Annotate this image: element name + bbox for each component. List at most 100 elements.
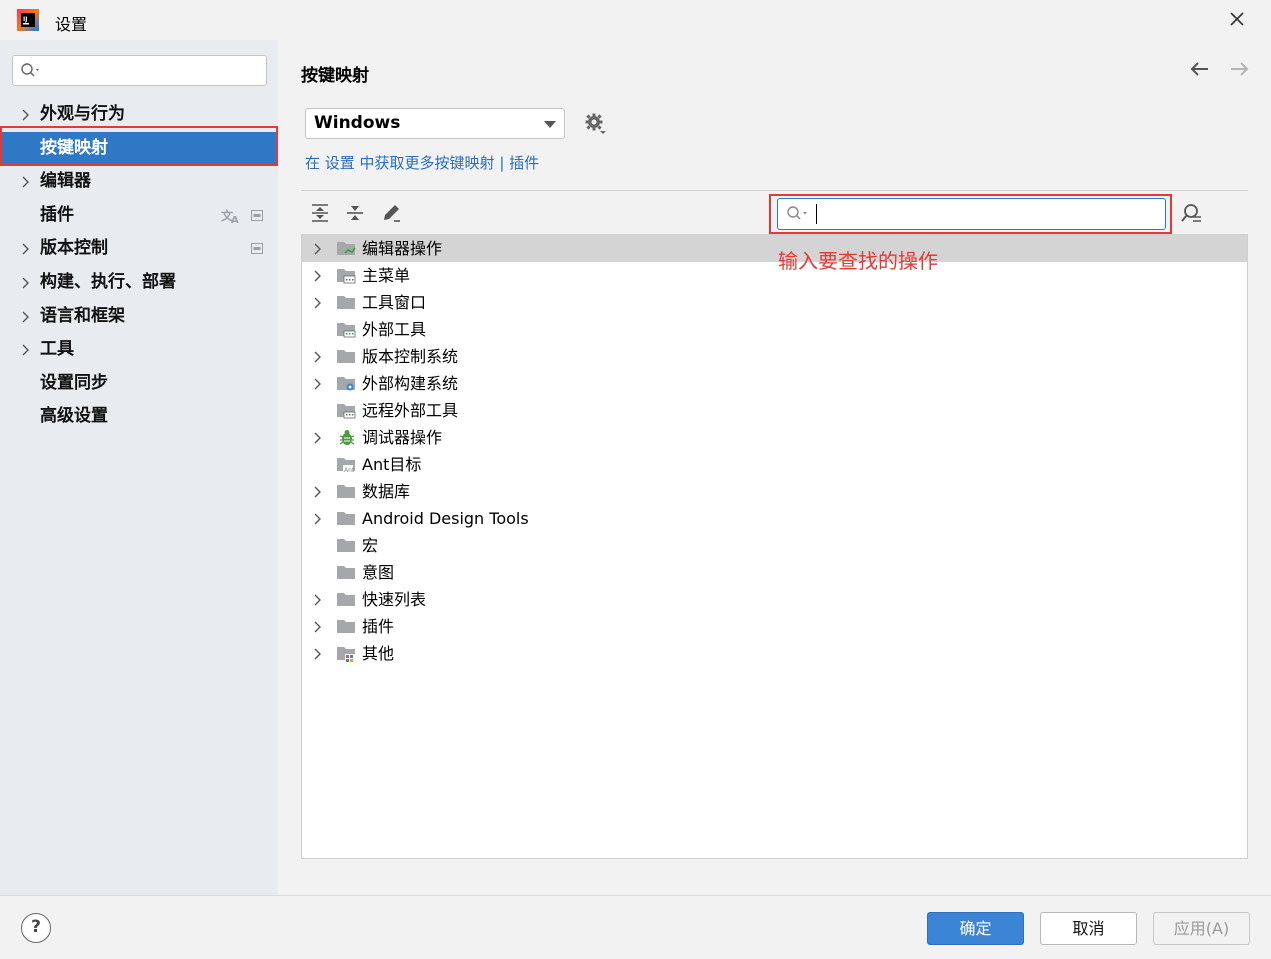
tree-row[interactable]: 工具窗口 — [302, 289, 1247, 316]
annotation-text: 输入要查找的操作 — [778, 249, 938, 273]
sidebar-item-languages[interactable]: 语言和框架 — [0, 300, 278, 334]
sidebar-item-build[interactable]: 构建、执行、部署 — [0, 266, 278, 300]
folder-build-icon — [337, 377, 355, 391]
keymap-dropdown-value: Windows — [314, 113, 401, 133]
tree-row[interactable]: 其他 — [302, 640, 1247, 667]
tree-row-label: 插件 — [362, 617, 395, 636]
tree-row-label: Ant目标 — [362, 455, 422, 474]
sidebar-item-advanced[interactable]: 高级设置 — [0, 400, 278, 434]
help-button[interactable]: ? — [21, 913, 51, 943]
tree-row-label: 调试器操作 — [362, 428, 443, 447]
sidebar-item-settings-sync[interactable]: 设置同步 — [0, 367, 278, 401]
tree-row[interactable]: Ant Ant目标 — [302, 451, 1247, 478]
tree-row-label: 版本控制系统 — [362, 347, 459, 366]
tree-row-label: 意图 — [362, 563, 395, 582]
tree-row[interactable]: 编辑器操作 — [302, 235, 1247, 262]
action-tree: 编辑器操作 主菜单 工具窗口 外部工具 版本控制系统 外部构建系统 远程外部工具… — [301, 234, 1248, 859]
tree-row[interactable]: 快速列表 — [302, 586, 1247, 613]
tree-row[interactable]: 远程外部工具 — [302, 397, 1247, 424]
tree-row[interactable]: 外部构建系统 — [302, 370, 1247, 397]
forward-arrow-icon[interactable] — [1223, 58, 1255, 80]
divider — [301, 190, 1248, 191]
sidebar-item-vcs[interactable]: 版本控制 — [0, 232, 278, 266]
chevron-right-icon[interactable] — [312, 621, 322, 633]
sidebar-item-label: 高级设置 — [40, 406, 108, 427]
tree-row[interactable]: 版本控制系统 — [302, 343, 1247, 370]
keymap-dropdown[interactable]: Windows — [305, 108, 565, 139]
sidebar-item-label: 构建、执行、部署 — [40, 271, 176, 292]
tree-row[interactable]: Android Design Tools — [302, 505, 1247, 532]
tree-row-label: 远程外部工具 — [362, 401, 459, 420]
tree-row[interactable]: 调试器操作 — [302, 424, 1247, 451]
tree-row-label: 编辑器操作 — [362, 239, 443, 258]
tree-row[interactable]: 插件 — [302, 613, 1247, 640]
settings-sidebar: 外观与行为 按键映射 编辑器 插件 文 A 版本控制 构建、执行、部署 语言和框… — [0, 40, 278, 895]
back-arrow-icon[interactable] — [1184, 58, 1216, 80]
sidebar-item-plugins[interactable]: 插件 文 A — [0, 199, 278, 233]
find-by-shortcut-icon[interactable] — [1180, 203, 1204, 225]
chevron-right-icon[interactable] — [312, 432, 322, 444]
dialog-footer: ? 确定 取消 应用(A) — [0, 895, 1271, 959]
sidebar-item-label: 按键映射 — [40, 137, 108, 158]
collapse-all-icon[interactable] — [344, 202, 366, 224]
cancel-button[interactable]: 取消 — [1040, 912, 1137, 945]
chevron-right-icon — [22, 277, 29, 289]
chevron-right-icon[interactable] — [312, 378, 322, 390]
chevron-right-icon[interactable] — [312, 243, 322, 255]
expand-all-icon[interactable] — [309, 202, 331, 224]
search-icon — [787, 206, 807, 220]
chevron-right-icon[interactable] — [312, 486, 322, 498]
sidebar-item-label: 版本控制 — [40, 238, 108, 259]
svg-text:Ant: Ant — [344, 467, 355, 473]
keymap-panel: 按键映射 Windows 在 设置 中获取更多按键映射 | 插件 输入要查找的操… — [278, 40, 1271, 895]
folder-icon — [337, 620, 355, 633]
chevron-right-icon — [22, 311, 29, 323]
chevron-right-icon[interactable] — [312, 648, 322, 660]
tree-row[interactable]: 数据库 — [302, 478, 1247, 505]
folder-menu-icon — [337, 269, 356, 284]
tree-row[interactable]: 主菜单 — [302, 262, 1247, 289]
folder-icon — [337, 539, 355, 552]
close-icon[interactable] — [1226, 8, 1248, 30]
folder-tools-icon — [337, 404, 356, 419]
title-bar: IJ 设置 — [0, 0, 1271, 40]
page-title: 按键映射 — [301, 66, 369, 86]
sidebar-item-tools[interactable]: 工具 — [0, 333, 278, 367]
intellij-logo-icon: IJ — [17, 9, 39, 31]
chevron-right-icon[interactable] — [312, 594, 322, 606]
gear-icon[interactable] — [585, 113, 607, 135]
chevron-right-icon[interactable] — [312, 513, 322, 525]
apply-button[interactable]: 应用(A) — [1153, 912, 1250, 945]
get-more-keymaps-link: 在 设置 中获取更多按键映射 | 插件 — [305, 152, 539, 173]
chevron-right-icon[interactable] — [312, 351, 322, 363]
project-level-icon — [251, 209, 263, 221]
chevron-right-icon — [22, 176, 29, 188]
chevron-right-icon[interactable] — [312, 270, 322, 282]
sidebar-item-editor[interactable]: 编辑器 — [0, 165, 278, 199]
settings-link[interactable]: 在 设置 中获取更多按键映射 — [305, 154, 495, 172]
link-separator: | — [494, 154, 510, 172]
history-navigation — [1184, 58, 1255, 86]
folder-tools-icon — [337, 323, 356, 338]
chevron-right-icon[interactable] — [312, 297, 322, 309]
sidebar-item-appearance[interactable]: 外观与行为 — [0, 98, 278, 132]
action-search-input[interactable] — [777, 198, 1166, 230]
folder-icon — [337, 593, 355, 606]
folder-other-icon — [337, 647, 355, 662]
sidebar-item-keymap[interactable]: 按键映射 — [0, 131, 278, 166]
sidebar-item-label: 编辑器 — [40, 171, 91, 192]
settings-search-input[interactable] — [12, 55, 267, 86]
tree-row[interactable]: 意图 — [302, 559, 1247, 586]
tree-row[interactable]: 外部工具 — [302, 316, 1247, 343]
folder-editor-icon — [337, 242, 356, 255]
folder-icon — [337, 350, 355, 363]
tree-row-label: 宏 — [362, 536, 379, 555]
edit-shortcut-icon[interactable] — [380, 202, 402, 224]
tree-row-label: 工具窗口 — [362, 293, 427, 312]
ok-button[interactable]: 确定 — [927, 912, 1024, 945]
plugins-link[interactable]: 插件 — [509, 154, 539, 172]
tree-row[interactable]: 宏 — [302, 532, 1247, 559]
folder-ant-icon: Ant — [337, 458, 355, 473]
sidebar-item-label: 外观与行为 — [40, 104, 125, 124]
svg-text:IJ: IJ — [23, 16, 27, 23]
